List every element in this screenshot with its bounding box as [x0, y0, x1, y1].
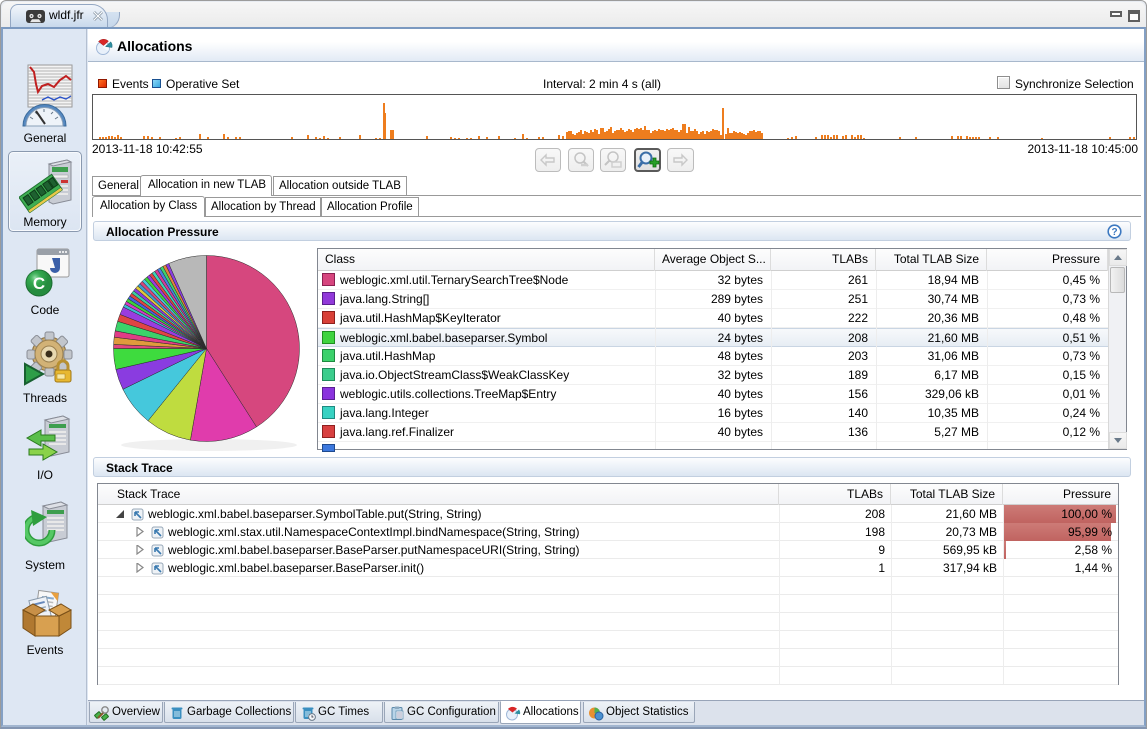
svg-text:C: C [33, 274, 45, 293]
svg-text:?: ? [1111, 227, 1117, 238]
